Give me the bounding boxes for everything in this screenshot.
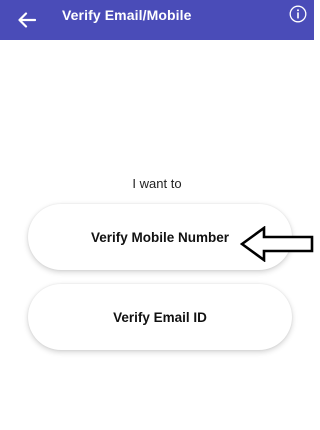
info-circle-icon bbox=[289, 5, 307, 23]
app-bar: Verify Email/Mobile bbox=[0, 0, 314, 40]
verify-email-id-button[interactable]: Verify Email ID bbox=[28, 284, 292, 350]
arrow-left-icon bbox=[18, 12, 36, 28]
info-button[interactable] bbox=[287, 3, 309, 25]
page-title: Verify Email/Mobile bbox=[62, 7, 192, 23]
prompt-text: I want to bbox=[132, 176, 182, 191]
left-pointing-arrow-icon bbox=[240, 226, 314, 262]
back-button[interactable] bbox=[14, 7, 40, 33]
